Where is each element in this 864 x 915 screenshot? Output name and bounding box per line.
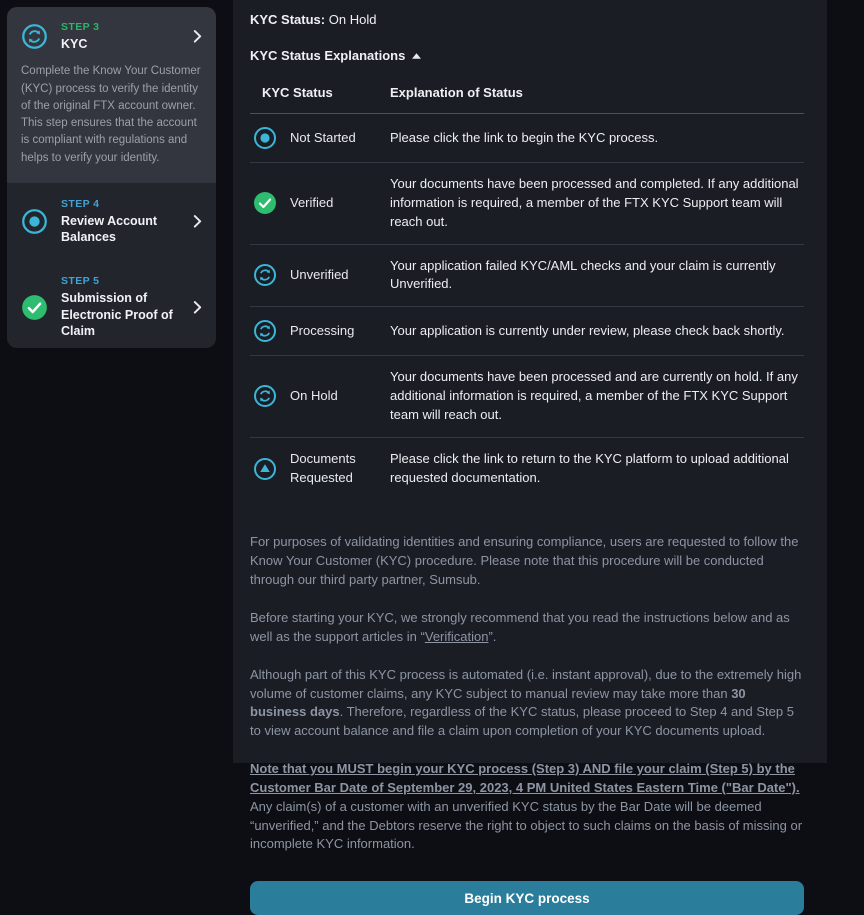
kyc-main-panel: KYC Status: On Hold KYC Status Explanati… [233, 0, 827, 763]
paragraph-bar-date-note: Note that you MUST begin your KYC proces… [250, 760, 804, 854]
explanations-title: KYC Status Explanations [250, 48, 405, 63]
radio-icon [253, 126, 277, 150]
header-explanation: Explanation of Status [390, 85, 804, 100]
table-header-row: KYC Status Explanation of Status [250, 75, 804, 114]
verification-link[interactable]: Verification [425, 629, 489, 644]
step-title: Submission of Electronic Proof of Claim [61, 290, 185, 339]
paragraph-text: Any claim(s) of a customer with an unver… [250, 799, 802, 852]
steps-sidebar: STEP 3 KYC Complete the Know Your Custom… [7, 7, 216, 348]
chevron-right-icon [193, 214, 202, 229]
explanation-cell: Your application is currently under revi… [390, 322, 804, 341]
step-title: Review Account Balances [61, 213, 185, 246]
step-title: KYC [61, 36, 185, 52]
sync-icon [253, 263, 277, 287]
explanation-cell: Your documents have been processed and c… [390, 175, 804, 232]
kyc-status-line: KYC Status: On Hold [250, 12, 804, 27]
paragraph-validating: For purposes of validating identities an… [250, 533, 804, 590]
sidebar-item-step-5[interactable]: STEP 5 Submission of Electronic Proof of… [7, 260, 216, 348]
step-label: STEP 3 [61, 21, 185, 33]
explanation-cell: Please click the link to return to the K… [390, 450, 804, 488]
chevron-right-icon [193, 29, 202, 44]
begin-kyc-button[interactable]: Begin KYC process [250, 881, 804, 915]
check-icon [253, 191, 277, 215]
paragraph-text: ”. [488, 629, 496, 644]
upload-icon [253, 457, 277, 481]
table-row: Processing Your application is currently… [250, 306, 804, 355]
explanation-cell: Your documents have been processed and a… [390, 368, 804, 425]
table-row: Unverified Your application failed KYC/A… [250, 244, 804, 307]
table-row: Documents Requested Please click the lin… [250, 437, 804, 500]
table-row: Not Started Please click the link to beg… [250, 114, 804, 162]
kyc-status-value: On Hold [329, 12, 377, 27]
chevron-right-icon [193, 300, 202, 315]
sidebar-item-step-3[interactable]: STEP 3 KYC Complete the Know Your Custom… [7, 7, 216, 183]
status-cell: Documents Requested [290, 450, 390, 486]
kyc-status-label: KYC Status: [250, 12, 325, 27]
status-cell: On Hold [290, 387, 390, 405]
check-icon [21, 294, 48, 321]
instructions-section: For purposes of validating identities an… [250, 533, 804, 854]
paragraph-before-starting: Before starting your KYC, we strongly re… [250, 609, 804, 647]
radio-icon [21, 208, 48, 235]
sidebar-item-step-4[interactable]: STEP 4 Review Account Balances [7, 183, 216, 261]
step-description: Complete the Know Your Customer (KYC) pr… [21, 63, 202, 167]
triangle-up-icon [412, 53, 421, 59]
kyc-status-explanations-toggle[interactable]: KYC Status Explanations [250, 48, 804, 63]
status-cell: Unverified [290, 266, 390, 284]
bar-date-bold-text: Note that you MUST begin your KYC proces… [250, 761, 800, 795]
explanation-cell: Please click the link to begin the KYC p… [390, 129, 804, 148]
sync-icon [253, 319, 277, 343]
sync-icon [253, 384, 277, 408]
kyc-status-table: KYC Status Explanation of Status Not Sta… [250, 75, 804, 499]
paragraph-text: Although part of this KYC process is aut… [250, 667, 801, 701]
header-kyc-status: KYC Status [262, 85, 390, 100]
status-cell: Processing [290, 322, 390, 340]
sync-icon [21, 23, 48, 50]
paragraph-automated: Although part of this KYC process is aut… [250, 666, 804, 741]
step-label: STEP 5 [61, 275, 185, 287]
explanation-cell: Your application failed KYC/AML checks a… [390, 257, 804, 295]
status-cell: Not Started [290, 129, 390, 147]
status-cell: Verified [290, 194, 390, 212]
table-row: Verified Your documents have been proces… [250, 162, 804, 244]
table-row: On Hold Your documents have been process… [250, 355, 804, 437]
step-label: STEP 4 [61, 198, 185, 210]
paragraph-text: Before starting your KYC, we strongly re… [250, 610, 790, 644]
